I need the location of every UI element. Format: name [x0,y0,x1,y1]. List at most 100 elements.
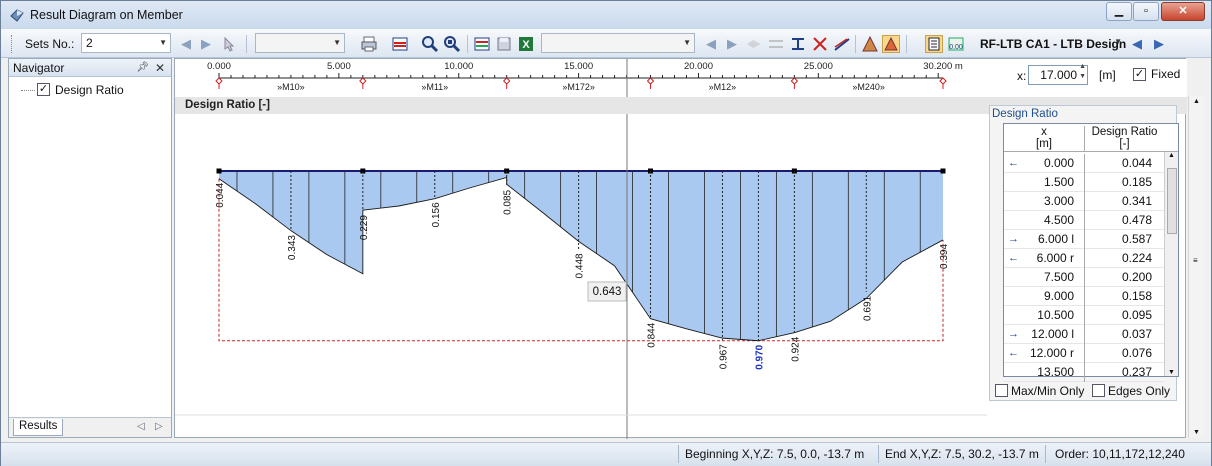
cell-ratio: 0.095 [1084,306,1152,325]
design-ratio-checkbox[interactable]: ✓ [37,83,50,96]
member-icon[interactable] [767,35,785,53]
scroll-thumb[interactable] [1167,168,1177,234]
prev-module-icon[interactable]: ◀ [1132,36,1142,52]
excel-export-icon[interactable]: X [517,35,535,53]
render-icon[interactable] [861,35,879,53]
diagram-settings-icon[interactable] [473,35,491,53]
arrow-right-icon: → [1008,233,1019,245]
minimize-button[interactable]: ▁ [1106,2,1132,21]
table-row[interactable]: → 6.000 l 0.587 [1004,230,1164,249]
close-button[interactable]: ✕ [1161,2,1205,21]
table-row[interactable]: → 12.000 l 0.037 [1004,325,1164,344]
table-row[interactable]: 7.500 0.200 [1004,268,1164,287]
values-icon[interactable]: 0.00 [947,35,965,53]
view-option-icon[interactable] [745,35,763,53]
cell-x: 13.500 [1037,365,1074,379]
spin-icon[interactable]: ▲ ▼ [1079,62,1086,82]
next-set-icon[interactable]: ▶ [201,36,211,52]
cursor-value: 0.643 [593,286,622,298]
value-label: 0.967 [718,344,729,369]
zoom-in-icon[interactable] [421,35,439,53]
toolbar-separator [246,35,247,53]
pick-icon[interactable] [221,35,239,53]
table-row[interactable]: ← 6.000 r 0.224 [1004,249,1164,268]
diagram-canvas[interactable]: 0.044 0.343 0.229 0.156 0.085 0.448 0.844 0.967… [175,114,987,439]
main-scrollbar[interactable]: ▲ ≡ ▼ [1188,96,1204,438]
tab-scroll-right-icon[interactable]: ▷ [155,421,163,432]
cell-ratio: 0.185 [1084,173,1152,192]
next-icon[interactable]: ▶ [727,36,737,52]
result-diagram-window: Result Diagram on Member ▁ ▫ ✕ Sets No.:… [0,0,1212,466]
module-label: RF-LTB CA1 - LTB Design [980,37,1127,51]
table-row[interactable]: 1.500 0.185 [1004,173,1164,192]
table-options: Max/Min Only Edges Only [992,382,1176,400]
cell-x: 0.000 [1043,156,1074,170]
load-case-combo[interactable]: ▼ [255,33,345,53]
result-values-icon[interactable] [391,35,409,53]
arrow-right-icon: → [1008,328,1019,340]
ruler-node-diamond [790,77,799,85]
table-view-icon[interactable] [925,35,943,53]
table-row[interactable]: 10.500 0.095 [1004,306,1164,325]
toolbar-grip[interactable] [11,35,14,53]
navigator-footer: Results ◁ ▷ [9,417,171,437]
sets-label: Sets No.: [25,37,75,51]
next-module-icon[interactable]: ▶ [1154,36,1164,52]
scroll-down-icon[interactable]: ▼ [1193,429,1200,436]
edges-checkbox[interactable] [1092,384,1105,397]
maxmin-label: Max/Min Only [1011,384,1085,398]
module-dropdown[interactable]: ▼ [1111,33,1125,53]
cell-x: 12.000 l [1031,327,1074,341]
cell-x: 3.000 [1043,194,1074,208]
prev-set-icon[interactable]: ◀ [181,36,191,52]
fixed-checkbox[interactable]: ✓ [1133,68,1146,81]
highlight-icon[interactable] [882,35,900,53]
cell-x: 6.000 r [1036,251,1074,265]
cell-x: 7.500 [1043,270,1074,284]
toolbar-separator [467,35,468,53]
zoom-all-icon[interactable] [443,35,461,53]
table-row[interactable]: 3.000 0.341 [1004,192,1164,211]
chevron-down-icon: ▼ [683,38,691,47]
table-row[interactable]: ← 12.000 r 0.076 [1004,344,1164,363]
x-position-input[interactable]: 17.000 ▲ ▼ [1028,62,1088,85]
ruler-member-label: »M10» [277,82,305,92]
table-row[interactable]: 9.000 0.158 [1004,287,1164,306]
value-label: 0.924 [790,336,801,361]
member-ruler: 0.000 5.000 10.000 15.000 20.000 25.000 30.200… [175,59,1187,97]
table-scrollbar[interactable]: ▲ ▼ [1164,152,1178,376]
save-icon[interactable] [495,35,513,53]
table-row[interactable]: 4.500 0.478 [1004,211,1164,230]
x-position-unit: [m] [1099,68,1116,82]
filter-combo[interactable]: ▼ [541,33,695,53]
cell-x: 10.500 [1037,308,1074,322]
node-point [216,168,222,174]
scroll-down-icon[interactable]: ▼ [1168,369,1175,376]
line-tool-icon[interactable] [833,35,851,53]
sets-combo[interactable]: 2 ▼ [81,33,171,53]
scroll-up-icon[interactable]: ▲ [1193,98,1200,105]
cell-ratio: 0.037 [1084,325,1152,344]
cross-section-icon[interactable] [789,35,807,53]
tab-results[interactable]: Results [13,419,64,436]
pin-icon[interactable]: 📌︎ [136,59,149,77]
ruler-node-diamond [939,77,947,85]
value-label: 0.448 [575,253,586,278]
table-row[interactable]: ← 0.000 0.044 [1004,154,1164,173]
scroll-up-icon[interactable]: ▲ [1168,152,1175,159]
print-icon[interactable] [360,35,378,53]
maximize-button[interactable]: ▫ [1133,2,1159,21]
col-x-header: x [m] [1004,126,1084,150]
close-icon[interactable]: ✕ [155,59,165,77]
prev-icon[interactable]: ◀ [706,36,716,52]
tab-scroll-left-icon[interactable]: ◁ [137,421,145,432]
navigator-header: Navigator 📌︎ ✕ [9,59,171,77]
support-icon[interactable] [811,35,829,53]
cell-x: 12.000 r [1029,346,1074,360]
table-row[interactable]: 13.500 0.237 [1004,363,1164,382]
chevron-down-icon: ▼ [1114,37,1122,46]
maxmin-checkbox[interactable] [995,384,1008,397]
ruler-node-diamond [646,77,655,85]
ruler-tick-label: 0.000 [207,61,231,72]
ruler-tick-label: 5.000 [327,61,351,72]
